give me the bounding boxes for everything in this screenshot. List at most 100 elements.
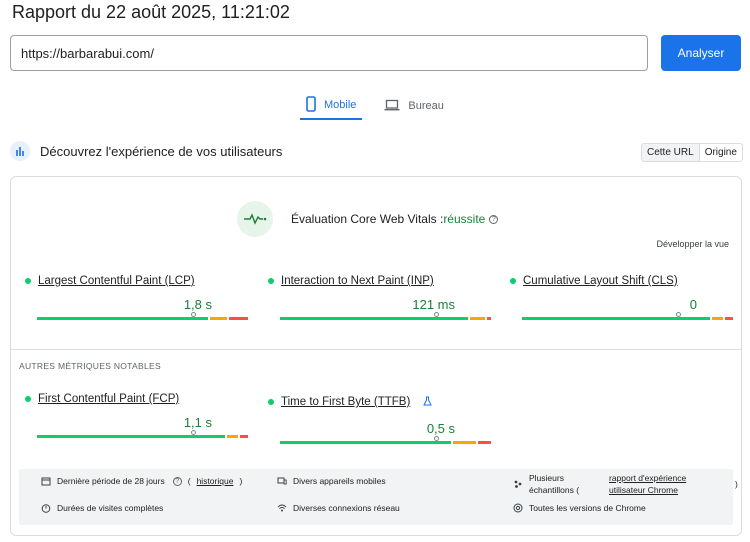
cwv-assessment: Évaluation Core Web Vitals :réussite? [237, 201, 499, 237]
divider [11, 349, 741, 350]
status-dot [25, 278, 31, 284]
metric-inp: Interaction to Next Paint (INP) 121 ms [268, 275, 493, 320]
wifi-icon [277, 503, 287, 513]
status-dot [510, 278, 516, 284]
distribution-bar [37, 312, 248, 320]
bar-poor [478, 441, 491, 444]
period-text: Dernière période de 28 jours [57, 476, 165, 486]
scope-toggle: Cette URL Origine [641, 143, 743, 162]
bar-good [37, 317, 209, 320]
bar-needs-improvement [469, 317, 485, 320]
samples-line-1: Plusieurs [529, 473, 564, 483]
device-tabs: Mobile Bureau [300, 92, 444, 122]
distribution-bar [37, 430, 248, 438]
metric-value: 0 [689, 297, 697, 312]
crux-link-line-1[interactable]: rapport d'expérience [609, 472, 729, 484]
bar-good [280, 317, 468, 320]
page-title: Rapport du 22 août 2025, 11:21:02 [12, 2, 290, 22]
expand-view-link[interactable]: Développer la vue [656, 239, 729, 249]
this-url-toggle[interactable]: Cette URL [642, 144, 700, 161]
url-input[interactable] [10, 35, 648, 71]
status-dot [25, 396, 31, 402]
tab-desktop-label: Bureau [408, 100, 444, 112]
bar-needs-improvement [711, 317, 723, 320]
chrome-versions-text: Toutes les versions de Chrome [529, 503, 646, 513]
bar-needs-improvement [226, 435, 238, 438]
devices-icon [277, 476, 287, 486]
history-close-paren: ) [239, 476, 243, 486]
distribution-bar [280, 436, 491, 444]
metric-fcp: First Contentful Paint (FCP) 1,1 s [25, 393, 250, 438]
history-link[interactable]: historique [197, 476, 234, 486]
samples-text: Plusieurs échantillons ( [529, 472, 595, 496]
metric-name[interactable]: First Contentful Paint (FCP) [38, 393, 179, 405]
users-icon [10, 141, 30, 161]
period-info: Dernière période de 28 jours ? ( historiq… [41, 476, 242, 486]
chrome-icon [513, 503, 523, 513]
networks-info: Diverses connexions réseau [277, 503, 400, 513]
history-open-paren: ( [187, 476, 191, 486]
metric-value: 1,8 s [183, 297, 212, 312]
cwv-status: réussite [443, 212, 486, 226]
bar-good [37, 435, 225, 438]
samples-close-paren: ) [735, 479, 738, 489]
discover-title: Découvrez l'expérience de vos utilisateu… [40, 143, 283, 159]
crux-link[interactable]: rapport d'expérience utilisateur Chrome [609, 472, 729, 496]
smartphone-icon [306, 95, 316, 115]
metric-value: 121 ms [412, 297, 455, 312]
origin-toggle[interactable]: Origine [700, 144, 742, 161]
crux-link-line-2[interactable]: utilisateur Chrome [609, 484, 729, 496]
field-data-panel: Évaluation Core Web Vitals :réussite? Dé… [10, 176, 742, 536]
metric-name[interactable]: Interaction to Next Paint (INP) [281, 275, 434, 287]
laptop-icon [384, 99, 400, 114]
networks-text: Diverses connexions réseau [293, 503, 400, 513]
metric-name[interactable]: Largest Contentful Paint (LCP) [38, 275, 195, 287]
devices-info: Divers appareils mobiles [277, 476, 386, 486]
samples-line-2: échantillons ( [529, 485, 580, 495]
status-dot [268, 278, 274, 284]
metric-value: 1,1 s [183, 415, 212, 430]
marker [433, 436, 439, 441]
bar-poor [486, 317, 491, 320]
other-metrics-heading: AUTRES MÉTRIQUES NOTABLES [19, 361, 161, 371]
chrome-versions-info: Toutes les versions de Chrome [513, 503, 646, 513]
tab-mobile[interactable]: Mobile [300, 92, 363, 120]
discover-section-header: Découvrez l'expérience de vos utilisateu… [10, 141, 282, 161]
tab-desktop[interactable]: Bureau [384, 92, 444, 120]
durations-text: Durées de visites complètes [57, 503, 164, 513]
info-icon[interactable]: ? [489, 215, 499, 225]
bar-needs-improvement [210, 317, 227, 320]
status-dot [268, 399, 274, 405]
marker [190, 430, 196, 435]
distribution-bar [280, 312, 491, 320]
metric-ttfb: Time to First Byte (TTFB) 0,5 s [268, 393, 493, 444]
metric-value: 0,5 s [426, 421, 455, 436]
marker [433, 312, 439, 317]
metric-cls: Cumulative Layout Shift (CLS) 0 [510, 275, 735, 320]
tab-mobile-label: Mobile [324, 99, 357, 111]
bar-poor [229, 317, 248, 320]
samples-icon [513, 479, 523, 489]
info-icon[interactable]: ? [172, 476, 182, 486]
analyze-button[interactable]: Analyser [661, 35, 741, 71]
data-info-footer: Dernière période de 28 jours ? ( historiq… [19, 469, 738, 525]
bar-poor [239, 435, 248, 438]
bar-good [522, 317, 710, 320]
flask-icon [423, 393, 433, 411]
marker [675, 312, 681, 317]
bar-good [280, 441, 452, 444]
metric-name[interactable]: Time to First Byte (TTFB) [281, 396, 410, 408]
calendar-icon [41, 476, 51, 486]
marker [190, 312, 196, 317]
bar-needs-improvement [453, 441, 477, 444]
metric-lcp: Largest Contentful Paint (LCP) 1,8 s [25, 275, 250, 320]
cwv-title-text: Évaluation Core Web Vitals : [291, 212, 444, 226]
metric-name[interactable]: Cumulative Layout Shift (CLS) [523, 275, 678, 287]
pulse-icon [237, 201, 273, 237]
samples-info: Plusieurs échantillons ( rapport d'expér… [513, 472, 738, 496]
durations-info: Durées de visites complètes [41, 503, 163, 513]
devices-text: Divers appareils mobiles [293, 476, 386, 486]
timer-icon [41, 503, 51, 513]
cwv-title: Évaluation Core Web Vitals :réussite? [291, 212, 499, 226]
bar-poor [724, 317, 733, 320]
